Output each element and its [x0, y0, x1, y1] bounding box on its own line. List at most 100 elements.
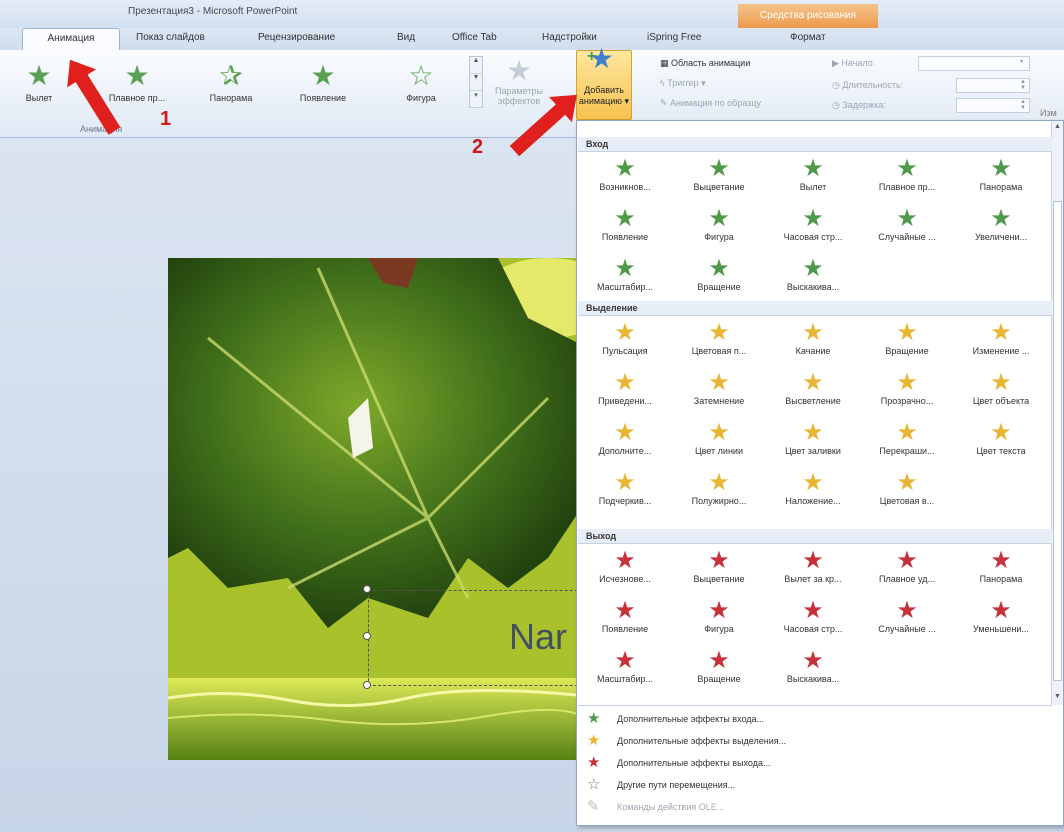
scroll-up-icon[interactable]: ▲: [1053, 123, 1062, 130]
effect-item[interactable]: ★ Масштабир...: [579, 255, 671, 292]
anim-shape-button[interactable]: ☆ Фигура: [388, 62, 454, 103]
tab-format[interactable]: Формат: [790, 32, 826, 43]
effect-item[interactable]: ★ Цвет объекта: [955, 369, 1047, 406]
effect-item[interactable]: ★ Случайные ...: [861, 597, 953, 634]
effect-item[interactable]: ★ Уменьшени...: [955, 597, 1047, 634]
animation-pane-icon: ▦: [660, 58, 672, 68]
effect-item[interactable]: ★ Выцветание: [673, 155, 765, 192]
text-placeholder-selection[interactable]: [368, 590, 588, 686]
scroll-thumb[interactable]: [1053, 201, 1062, 681]
anim-appear-button[interactable]: ★ Появление: [290, 62, 356, 103]
effect-item[interactable]: ★ Увеличени...: [955, 205, 1047, 242]
effect-star-icon: ★: [990, 597, 1012, 624]
effect-item[interactable]: ★ Цветовая п...: [673, 319, 765, 356]
tab-view[interactable]: Вид: [397, 32, 415, 43]
effect-item[interactable]: ★ Приведени...: [579, 369, 671, 406]
slide-canvas[interactable]: Nar: [168, 258, 588, 760]
tab-ispring[interactable]: iSpring Free: [647, 32, 701, 43]
effect-item[interactable]: ★ Изменение ...: [955, 319, 1047, 356]
more-emphasis-effects[interactable]: ★ Дополнительные эффекты выделения...: [581, 731, 1055, 751]
effect-item[interactable]: ★ Появление: [579, 597, 671, 634]
effect-star-icon: ★: [708, 205, 730, 232]
animation-pane-button[interactable]: ▦ Область анимации: [660, 58, 750, 69]
effect-item[interactable]: ★ Полужирно...: [673, 469, 765, 506]
resize-handle-sw[interactable]: [363, 681, 371, 689]
effect-item[interactable]: ★ Затемнение: [673, 369, 765, 406]
more-exit-effects[interactable]: ★ Дополнительные эффекты выхода...: [581, 753, 1055, 773]
context-tab-drawing-tools[interactable]: Средства рисования: [738, 4, 878, 28]
tab-animation[interactable]: Анимация: [22, 28, 120, 51]
effect-options-button[interactable]: ★ Параметры эффектов: [486, 56, 552, 107]
effect-star-icon: ★: [896, 469, 918, 496]
effect-item[interactable]: ★ Цвет линии: [673, 419, 765, 456]
effect-item[interactable]: ★ Панорама: [955, 547, 1047, 584]
delay-spinner-icon[interactable]: ▲ ▼: [1020, 99, 1028, 112]
effect-item[interactable]: ★ Подчеркив...: [579, 469, 671, 506]
effect-item[interactable]: ★ Фигура: [673, 205, 765, 242]
effect-item[interactable]: ★ Масштабир...: [579, 647, 671, 684]
ole-action-verbs[interactable]: ✎ Команды действия OLE...: [581, 797, 1055, 817]
gallery-scroll[interactable]: ▲ ▼ ▾: [469, 56, 483, 108]
effect-item[interactable]: ★ Высветление: [767, 369, 859, 406]
tab-review[interactable]: Рецензирование: [258, 32, 335, 43]
effect-item[interactable]: ★ Цвет текста: [955, 419, 1047, 456]
effect-item[interactable]: ★ Качание: [767, 319, 859, 356]
animation-painter-button[interactable]: ✎ Анимация по образцу: [660, 98, 761, 109]
effect-item[interactable]: ★ Пульсация: [579, 319, 671, 356]
more-motion-paths[interactable]: ☆ Другие пути перемещения...: [581, 775, 1055, 795]
effect-item[interactable]: ★ Выцветание: [673, 547, 765, 584]
effect-item[interactable]: ★ Цвет заливки: [767, 419, 859, 456]
effect-item[interactable]: ★ Вращение: [673, 255, 765, 292]
effect-item[interactable]: ★ Вращение: [673, 647, 765, 684]
effect-item[interactable]: ★ Часовая стр...: [767, 205, 859, 242]
effect-item[interactable]: ★ Часовая стр...: [767, 597, 859, 634]
effect-item[interactable]: ★ Панорама: [955, 155, 1047, 192]
tab-office-tab[interactable]: Office Tab: [452, 32, 497, 43]
start-select[interactable]: ▾: [918, 56, 1030, 71]
effect-star-icon: ★: [802, 647, 824, 674]
resize-handle-w[interactable]: [363, 632, 371, 640]
float-star-icon: ★: [124, 62, 150, 91]
effect-item[interactable]: ★ Случайные ...: [861, 205, 953, 242]
gallery-more-icon[interactable]: ▾: [470, 91, 482, 108]
painter-icon: ✎: [660, 98, 671, 108]
effect-item[interactable]: ★ Плавное пр...: [861, 155, 953, 192]
effect-item[interactable]: ★ Фигура: [673, 597, 765, 634]
exit-star-icon: ★: [587, 754, 601, 771]
tab-slideshow[interactable]: Показ слайдов: [136, 32, 205, 43]
effect-item[interactable]: ★ Прозрачно...: [861, 369, 953, 406]
resize-handle-nw[interactable]: [363, 585, 371, 593]
anim-float-in-button[interactable]: ★ Плавное пр...: [104, 62, 170, 103]
effect-star-icon: ★: [896, 597, 918, 624]
effect-label: Возникнов...: [599, 182, 651, 192]
effect-item[interactable]: ★ Появление: [579, 205, 671, 242]
scroll-down-icon[interactable]: ▼: [1053, 693, 1062, 700]
effect-item[interactable]: ★ Исчезнове...: [579, 547, 671, 584]
anim-wipe-button[interactable]: ✰ Панорама: [198, 62, 264, 103]
effect-label: Плавное уд...: [879, 574, 935, 584]
effect-label: Наложение...: [785, 496, 841, 506]
effect-item[interactable]: ★ Дополните...: [579, 419, 671, 456]
delay-input[interactable]: ▲ ▼: [956, 98, 1030, 113]
effect-item[interactable]: ★ Перекраши...: [861, 419, 953, 456]
tab-addins[interactable]: Надстройки: [542, 32, 597, 43]
gallery-up-icon[interactable]: ▲: [470, 57, 482, 74]
effect-item[interactable]: ★ Цветовая в...: [861, 469, 953, 506]
duration-input[interactable]: ▲ ▼: [956, 78, 1030, 93]
effect-item[interactable]: ★ Вылет за кр...: [767, 547, 859, 584]
effect-item[interactable]: ★ Вращение: [861, 319, 953, 356]
effect-item[interactable]: ★ Выскакива...: [767, 255, 859, 292]
trigger-button[interactable]: ϟ Триггер ▾: [660, 78, 706, 89]
gallery-down-icon[interactable]: ▼: [470, 74, 482, 91]
effect-item[interactable]: ★ Выскакива...: [767, 647, 859, 684]
effect-star-icon: ★: [896, 155, 918, 182]
effect-item[interactable]: ★ Плавное уд...: [861, 547, 953, 584]
duration-spinner-icon[interactable]: ▲ ▼: [1020, 79, 1028, 92]
more-entrance-effects[interactable]: ★ Дополнительные эффекты входа...: [581, 709, 1055, 729]
dropdown-scrollbar[interactable]: ▲ ▼: [1051, 121, 1063, 705]
section-entrance: Вход: [578, 137, 1052, 152]
effect-item[interactable]: ★ Вылет: [767, 155, 859, 192]
ribbon-tabs: Анимация Показ слайдов Рецензирование Ви…: [0, 28, 1064, 51]
effect-item[interactable]: ★ Наложение...: [767, 469, 859, 506]
effect-item[interactable]: ★ Возникнов...: [579, 155, 671, 192]
